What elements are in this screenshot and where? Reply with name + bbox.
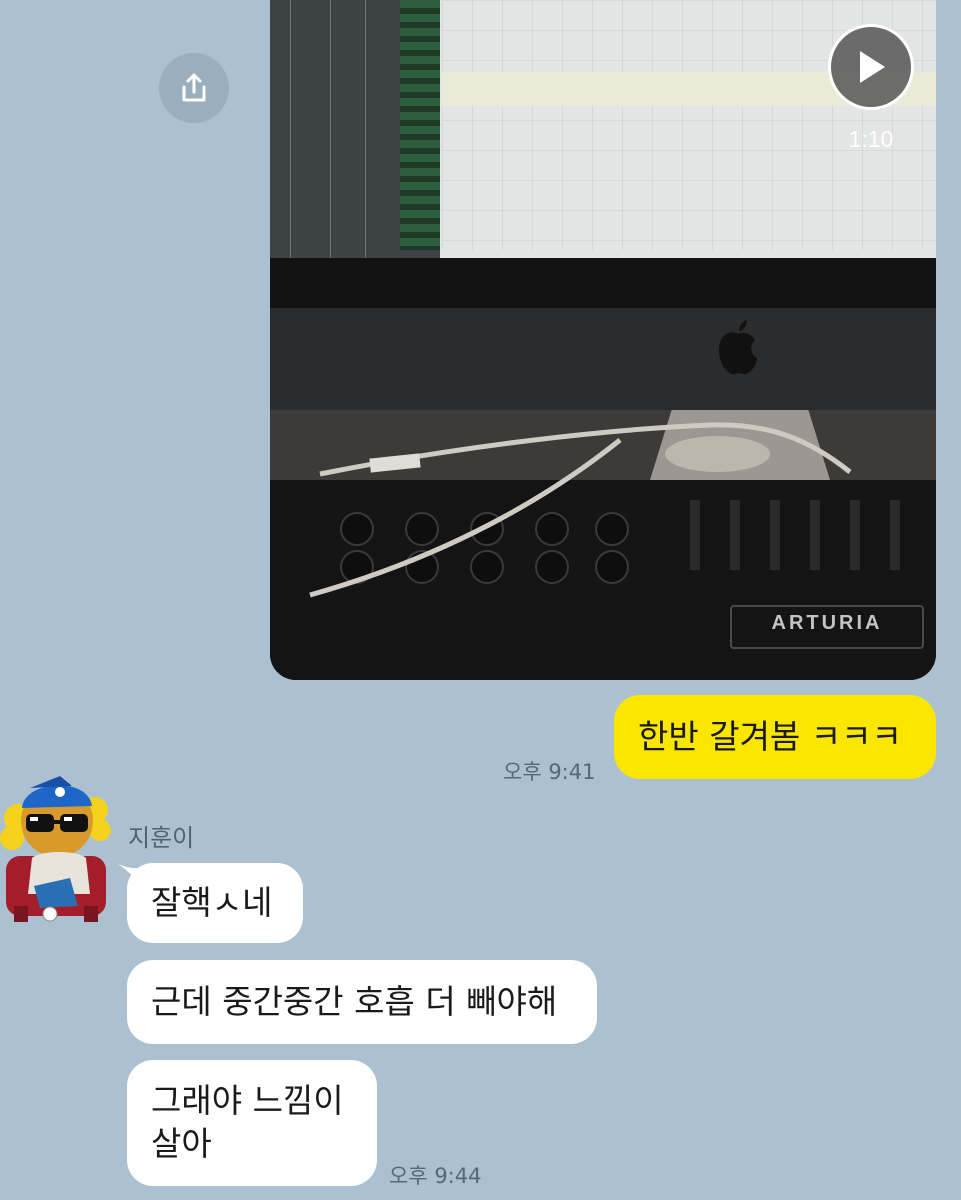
apple-logo-icon [719,320,757,375]
message-timestamp: 오후 9:41 [503,760,596,784]
play-icon [860,51,885,83]
synth-brand-label: ARTURIA [730,605,924,649]
video-duration: 1:10 [848,126,894,152]
message-text: 잘핵ㅅ네 [151,882,273,922]
play-button[interactable] [828,24,914,110]
video-message[interactable]: ARTURIA 1:10 [270,0,936,680]
share-icon [182,73,206,102]
my-message-bubble[interactable]: 한반 갈겨봄 ㅋㅋㅋ [614,695,936,779]
share-button[interactable] [159,53,229,123]
message-text: 근데 중간중간 호흡 더 빼야해 [151,981,558,1021]
friend-message-bubble[interactable]: 그래야 느낌이 살아 [127,1060,377,1186]
message-timestamp: 오후 9:44 [389,1164,482,1188]
synth-controller [270,480,936,680]
sender-name: 지훈이 [128,824,195,852]
message-text: 한반 갈겨봄 ㅋㅋㅋ [638,716,902,756]
friend-message-bubble[interactable]: 근데 중간중간 호흡 더 빼야해 [127,960,597,1044]
ryan-character-avatar[interactable] [0,766,115,926]
friend-message-bubble[interactable]: 잘핵ㅅ네 [127,863,303,943]
message-text: 그래야 느낌이 살아 [151,1081,344,1163]
